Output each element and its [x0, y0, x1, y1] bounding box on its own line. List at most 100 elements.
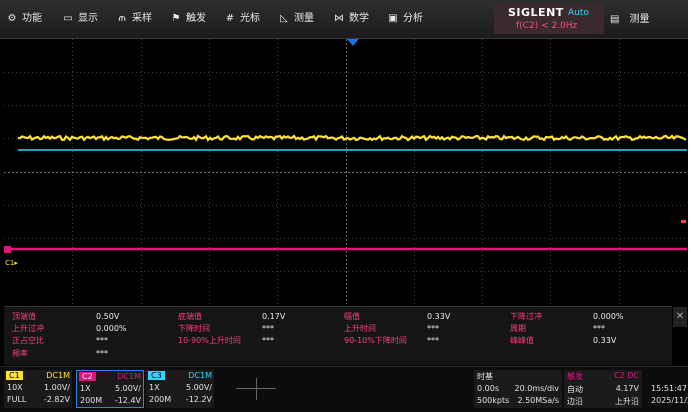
plus-icon-v — [256, 378, 257, 400]
channel-2-probe: 1X — [80, 384, 91, 393]
menu-function-label: 功能 — [22, 13, 42, 24]
menu-cursor[interactable]: # 光标 — [224, 10, 260, 28]
meas-label-frequency: 频率 — [12, 349, 28, 358]
menu-measure-label: 测量 — [294, 13, 314, 24]
channel-2-header: C2 DC1M — [77, 371, 143, 382]
status-bar: C1 DC1M 10X 1.00V/ FULL -2.82V C2 DC1M 1X 5… — [0, 366, 688, 412]
menu-trigger-label: 触发 — [186, 13, 206, 24]
channel-1-probe: 10X — [7, 383, 23, 392]
monitor-icon: ▭ — [63, 13, 73, 24]
meas-label-period: 周期 — [510, 324, 526, 333]
channel-2-box[interactable]: C2 DC1M 1X 5.00V/ 200M -12.4V — [76, 370, 144, 408]
meas-label-peak-to-peak: 峰峰值 — [510, 336, 534, 345]
channel-1-bandwidth: FULL — [7, 395, 27, 404]
meas-label-base: 底端值 — [178, 312, 202, 321]
channel-3-header: C3 DC1M — [146, 370, 214, 381]
clock: 15:51:47 2025/11/26 — [645, 370, 688, 408]
meas-value-top: 0.50V — [96, 312, 120, 321]
measurement-close-button[interactable]: ✕ — [673, 307, 687, 327]
clock-time: 15:51:47 — [651, 384, 687, 393]
top-menu-bar: ⚙ 功能 ▭ 显示 ⫙ 采样 ⚑ 触发 # 光标 ◺ 测量 ⋈ 数学 ▣ 分析 SIGLENT … — [0, 0, 688, 39]
trigger-box[interactable]: 触发 C2 DC 自动 4.17V 边沿 上升沿 — [564, 370, 642, 408]
channel-1-coupling: DC1M — [46, 371, 70, 380]
channel-1-trace — [17, 134, 687, 142]
meas-value-positive-duty: *** — [96, 336, 108, 345]
meas-value-frequency: *** — [96, 349, 108, 358]
meas-value-rise-time: *** — [427, 324, 439, 333]
brand-status-panel[interactable]: SIGLENT Auto f(C2) < 2.0Hz — [494, 4, 604, 34]
list-icon: ▤ — [610, 14, 620, 25]
trigger-level-marker[interactable] — [681, 220, 686, 223]
waveform-grid — [4, 39, 687, 304]
channel-1-tag: C1 — [6, 371, 23, 380]
timebase-scale: 20.0ms/div — [514, 384, 559, 393]
menu-analysis-label: 分析 — [403, 13, 423, 24]
timebase-box[interactable]: 时基 0.00s 20.0ms/div 500kpts 2.50MSa/s — [474, 370, 562, 408]
measure-quick-button[interactable]: ▤ 测量 — [610, 10, 649, 25]
waveform-display[interactable]: C1▸ — [4, 39, 687, 304]
trigger-mode-status: Auto — [568, 8, 589, 18]
meas-value-fall-overshoot: 0.000% — [593, 312, 624, 321]
menu-acquire[interactable]: ⫙ 采样 — [116, 10, 152, 28]
meas-label-fall-90-10: 90-10%下降时间 — [344, 336, 407, 345]
meas-value-fall-90-10: *** — [427, 336, 439, 345]
menu-math-label: 数学 — [349, 13, 369, 24]
trigger-condition-summary: f(C2) < 2.0Hz — [516, 21, 578, 31]
meas-label-amplitude: 幅值 — [344, 312, 360, 321]
add-channel-button[interactable] — [216, 370, 296, 408]
menu-display-label: 显示 — [78, 13, 98, 24]
meas-label-rise-time: 上升时间 — [344, 324, 376, 333]
channel-2-offset: -12.4V — [114, 396, 141, 405]
channel-2-tag: C2 — [79, 372, 96, 381]
flag-icon: ⚑ — [171, 13, 181, 24]
channel-3-offset: -12.2V — [185, 395, 212, 404]
menu-math[interactable]: ⋈ 数学 — [333, 10, 369, 28]
menu-display[interactable]: ▭ 显示 — [62, 10, 98, 28]
channel-2-scale: 5.00V/ — [115, 384, 141, 393]
analysis-icon: ▣ — [388, 13, 398, 24]
channel-1-scale: 1.00V/ — [44, 383, 70, 392]
menu-trigger[interactable]: ⚑ 触发 — [170, 10, 206, 28]
menu-acquire-label: 采样 — [132, 13, 152, 24]
menu-function[interactable]: ⚙ 功能 — [6, 10, 42, 28]
meas-value-rise-10-90: *** — [262, 336, 274, 345]
ruler-icon: ◺ — [280, 13, 288, 24]
trigger-level: 4.17V — [615, 384, 639, 393]
timebase-delay: 0.00s — [477, 384, 499, 393]
sample-rate: 2.50MSa/s — [517, 396, 559, 405]
channel-1-header: C1 DC1M — [4, 370, 72, 381]
channel-3-probe: 1X — [149, 383, 160, 392]
memory-depth: 500kpts — [477, 396, 510, 405]
meas-label-fall-time: 下降时间 — [178, 324, 210, 333]
channel-1-offset-marker[interactable]: C1▸ — [5, 259, 18, 267]
channel-3-bandwidth: 200M — [149, 395, 172, 404]
meas-label-rise-overshoot: 上升过冲 — [12, 324, 44, 333]
menu-measure[interactable]: ◺ 测量 — [278, 10, 314, 28]
trigger-position-marker[interactable] — [347, 39, 359, 46]
meas-value-base: 0.17V — [262, 312, 286, 321]
brand-logo: SIGLENT — [508, 6, 564, 19]
grid-lines — [4, 39, 687, 304]
measurement-panel: 顶端值 0.50V 底端值 0.17V 幅值 0.33V 下降过冲 0.000%… — [4, 306, 672, 365]
menu-analysis[interactable]: ▣ 分析 — [387, 10, 423, 28]
meas-value-rise-overshoot: 0.000% — [96, 324, 127, 333]
channel-1-offset: -2.82V — [43, 395, 70, 404]
math-icon: ⋈ — [334, 13, 344, 24]
channel-1-box[interactable]: C1 DC1M 10X 1.00V/ FULL -2.82V — [4, 370, 72, 408]
channel-2-coupling: DC1M — [117, 372, 141, 381]
timebase-title: 时基 — [477, 372, 493, 381]
meas-value-period: *** — [593, 324, 605, 333]
trigger-mode: 自动 — [567, 385, 583, 394]
sample-icon: ⫙ — [118, 13, 126, 24]
channel-3-scale: 5.00V/ — [186, 383, 212, 392]
channel-3-box[interactable]: C3 DC1M 1X 5.00V/ 200M -12.2V — [146, 370, 214, 408]
clock-date: 2025/11/26 — [651, 396, 688, 405]
meas-label-rise-10-90: 10-90%上升时间 — [178, 336, 241, 345]
close-icon: ✕ — [675, 311, 685, 322]
channel-2-offset-marker[interactable] — [4, 246, 11, 253]
gear-icon: ⚙ — [7, 13, 17, 24]
oscilloscope-screen: ⚙ 功能 ▭ 显示 ⫙ 采样 ⚑ 触发 # 光标 ◺ 测量 ⋈ 数学 ▣ 分析 SIGLENT … — [0, 0, 688, 412]
channel-3-coupling: DC1M — [188, 371, 212, 380]
channel-2-bandwidth: 200M — [80, 396, 103, 405]
meas-label-fall-overshoot: 下降过冲 — [510, 312, 542, 321]
